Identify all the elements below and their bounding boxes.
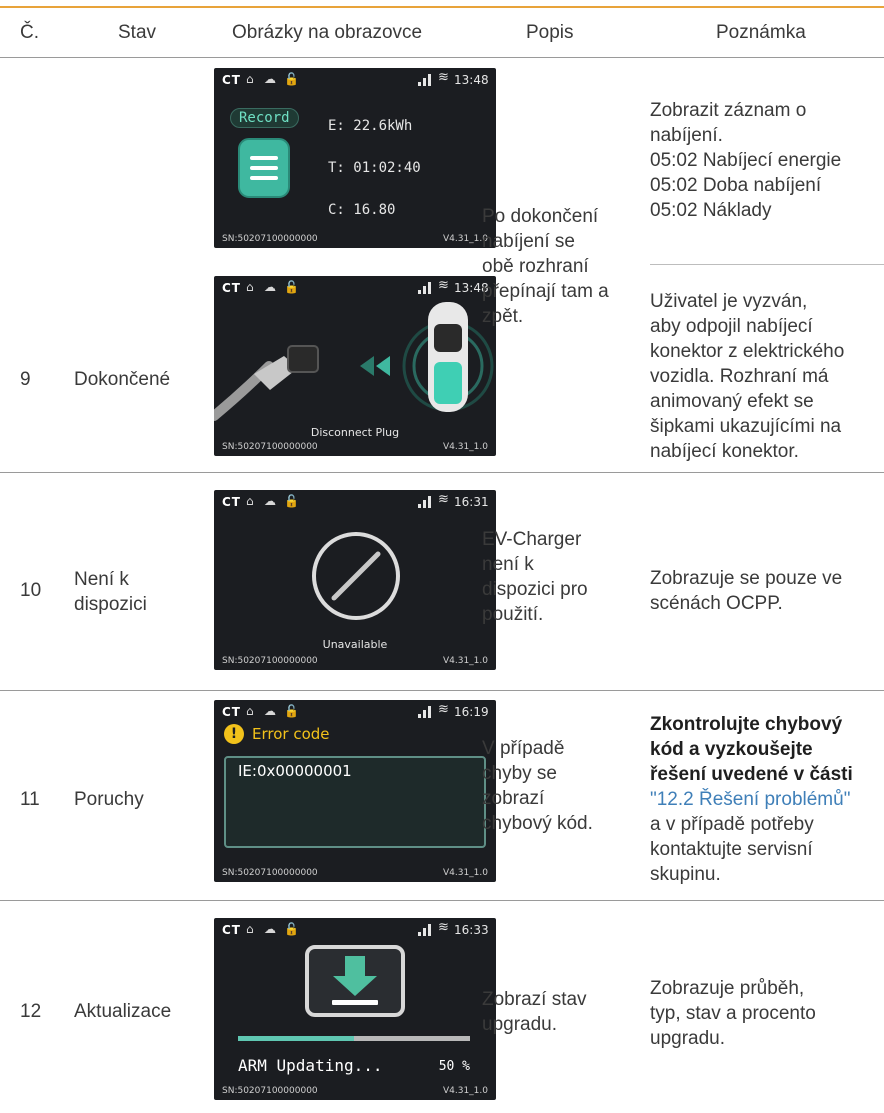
row-rule (0, 472, 884, 473)
screen-update: CT ⌂ ☁ 🔓 ≋ 16:33 ARM Updating... 50 % SN… (214, 918, 496, 1100)
wifi-icon: ≋ (438, 70, 449, 85)
brand-logo: CT (222, 281, 241, 295)
wifi-icon: ≋ (438, 920, 449, 935)
row-9-state: Dokončené (74, 369, 171, 390)
signal-icon (418, 706, 432, 718)
home-icon: ⌂ (246, 72, 254, 86)
unlock-icon: 🔓 (284, 72, 299, 86)
row-12-description: Zobrazí stav upgradu. (482, 989, 587, 1035)
record-energy: E: 22.6kWh (328, 118, 413, 134)
status-time: 16:33 (454, 923, 489, 937)
serial-number: SN:50207100000000 (222, 1086, 318, 1096)
row-10-number: 10 (20, 580, 42, 601)
brand-logo: CT (222, 923, 241, 937)
error-title: Error code (252, 725, 330, 743)
header-note: Poznámka (716, 22, 806, 43)
status-time: 16:19 (454, 705, 489, 719)
serial-number: SN:50207100000000 (222, 234, 318, 244)
signal-icon (418, 74, 432, 86)
firmware-version: V4.31_1.0 (442, 442, 488, 452)
cloud-icon: ☁ (264, 922, 276, 936)
record-cost: C: 16.80 (328, 202, 396, 218)
row-9-note-divider (650, 264, 884, 265)
status-time: 13:48 (454, 73, 489, 87)
wifi-icon: ≋ (438, 702, 449, 717)
status-time: 16:31 (454, 495, 489, 509)
firmware-version: V4.31_1.0 (442, 656, 488, 666)
brand-logo: CT (222, 495, 241, 509)
row-9-description: Po dokončení nabíjení se obě rozhraní př… (482, 206, 609, 327)
download-icon (305, 945, 405, 1017)
serial-number: SN:50207100000000 (222, 656, 318, 666)
row-11-note-rest: a v případě potřeby kontaktujte servisní… (650, 814, 814, 885)
row-10-note: Zobrazuje se pouze ve scénách OCPP. (650, 568, 843, 614)
row-12-number: 12 (20, 1001, 42, 1022)
serial-number: SN:50207100000000 (222, 442, 318, 452)
row-9-note-record: Zobrazit záznam o nabíjení. 05:02 Nabíje… (650, 100, 842, 221)
unlock-icon: 🔓 (284, 704, 299, 718)
disconnect-illustration (214, 302, 494, 421)
signal-icon (418, 282, 432, 294)
warning-icon: ! (224, 724, 244, 744)
cloud-icon: ☁ (264, 704, 276, 718)
row-12-state: Aktualizace (74, 1001, 172, 1022)
error-code: IE:0x00000001 (238, 762, 352, 780)
wifi-icon: ≋ (438, 492, 449, 507)
firmware-version: V4.31_1.0 (442, 1086, 488, 1096)
screen-disconnect-plug: CT ⌂ ☁ 🔓 ≋ 13:48 Disconnect Plug SN:5020… (214, 276, 496, 456)
serial-number: SN:50207100000000 (222, 868, 318, 878)
header-state: Stav (118, 22, 157, 43)
firmware-version: V4.31_1.0 (442, 868, 488, 878)
wifi-icon: ≋ (438, 278, 449, 293)
record-list-icon (238, 138, 290, 198)
row-10-description: EV-Charger není k dispozici pro použití. (482, 529, 588, 625)
header-rule (0, 57, 884, 58)
update-progress-fill (238, 1036, 354, 1041)
row-11-state: Poruchy (74, 789, 144, 810)
row-11-number: 11 (20, 789, 40, 810)
screen-unavailable: CT ⌂ ☁ 🔓 ≋ 16:31 Unavailable SN:50207100… (214, 490, 496, 670)
troubleshooting-link[interactable]: "12.2 Řešení problémů" (650, 789, 850, 810)
signal-icon (418, 496, 432, 508)
home-icon: ⌂ (246, 704, 254, 718)
row-rule (0, 690, 884, 691)
cloud-icon: ☁ (264, 280, 276, 294)
disconnect-label: Disconnect Plug (310, 426, 400, 439)
error-code-box: IE:0x00000001 (224, 756, 486, 848)
header-no: Č. (20, 22, 39, 43)
row-11-note: Zkontrolujte chybový kód a vyzkoušejte ř… (650, 712, 853, 887)
row-12-note: Zobrazuje průběh, typ, stav a procento u… (650, 978, 816, 1049)
row-10-state: Není k dispozici (74, 569, 147, 615)
home-icon: ⌂ (246, 922, 254, 936)
row-9-number: 9 (20, 369, 31, 390)
table-top-rule (0, 6, 884, 8)
home-icon: ⌂ (246, 494, 254, 508)
screen-error: CT ⌂ ☁ 🔓 ≋ 16:19 ! Error code IE:0x00000… (214, 700, 496, 882)
home-icon: ⌂ (246, 280, 254, 294)
unavailable-icon (312, 532, 400, 620)
row-11-note-bold: Zkontrolujte chybový kód a vyzkoušejte ř… (650, 714, 853, 785)
record-duration: T: 01:02:40 (328, 160, 421, 176)
cloud-icon: ☁ (264, 494, 276, 508)
row-rule (0, 900, 884, 901)
cloud-icon: ☁ (264, 72, 276, 86)
row-9-note-disconnect: Uživatel je vyzván, aby odpojil nabíjecí… (650, 291, 845, 462)
header-desc: Popis (526, 22, 574, 43)
update-label: ARM Updating... (238, 1056, 383, 1075)
update-percent: 50 % (438, 1059, 470, 1074)
screen-record: CT ⌂ ☁ 🔓 ≋ 13:48 Record E: 22.6kWh T: 01… (214, 68, 496, 248)
row-11-description: V případě chyby se zobrazí chybový kód. (482, 738, 593, 834)
signal-icon (418, 924, 432, 936)
brand-logo: CT (222, 705, 241, 719)
unlock-icon: 🔓 (284, 280, 299, 294)
record-badge: Record (230, 108, 299, 128)
unlock-icon: 🔓 (284, 494, 299, 508)
header-screen: Obrázky na obrazovce (232, 22, 423, 43)
unlock-icon: 🔓 (284, 922, 299, 936)
brand-logo: CT (222, 73, 241, 87)
update-progress-track (238, 1036, 470, 1041)
unavailable-label: Unavailable (322, 638, 388, 651)
